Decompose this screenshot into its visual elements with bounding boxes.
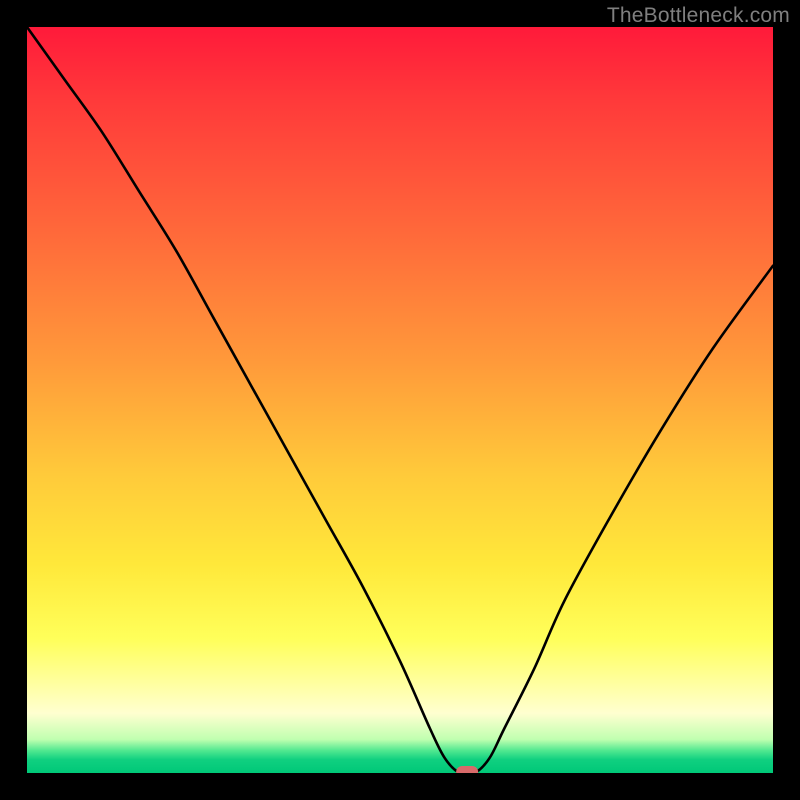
marker-pill xyxy=(456,766,478,773)
curve-line xyxy=(27,27,773,773)
minimum-marker xyxy=(456,766,478,773)
bottleneck-curve xyxy=(27,27,773,773)
plot-area xyxy=(27,27,773,773)
chart-svg xyxy=(27,27,773,773)
watermark-text: TheBottleneck.com xyxy=(607,4,790,28)
chart-frame: TheBottleneck.com xyxy=(0,0,800,800)
